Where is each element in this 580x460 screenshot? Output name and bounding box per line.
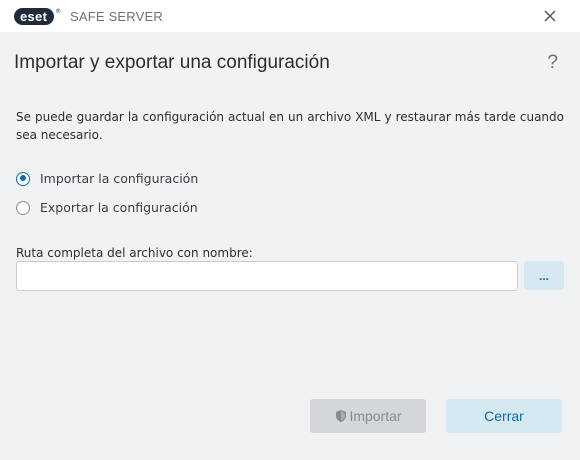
close-window-icon[interactable] <box>542 8 558 24</box>
shield-icon <box>336 410 347 422</box>
registered-mark: ® <box>55 7 62 15</box>
help-icon[interactable]: ? <box>547 52 558 74</box>
title-bar: eset ® SAFE SERVER <box>0 0 580 32</box>
eset-logo-text: eset <box>14 7 55 25</box>
export-option[interactable]: Exportar la configuración <box>16 200 198 215</box>
import-button-label: Importar <box>349 408 402 424</box>
dialog-title: Importar y exportar una configuración <box>14 52 330 73</box>
file-path-label: Ruta completa del archivo con nombre: <box>16 246 253 260</box>
dialog-description: Se puede guardar la configuración actual… <box>16 110 564 142</box>
file-path-input[interactable] <box>16 261 518 291</box>
import-option-label: Importar la configuración <box>40 171 199 186</box>
import-radio[interactable] <box>16 171 30 186</box>
browse-button[interactable]: ... <box>524 261 564 290</box>
export-radio[interactable] <box>16 200 30 215</box>
export-option-label: Exportar la configuración <box>40 200 198 215</box>
close-button[interactable]: Cerrar <box>446 399 562 433</box>
eset-logo: eset ® <box>14 7 61 25</box>
product-name: SAFE SERVER <box>70 9 163 24</box>
import-option[interactable]: Importar la configuración <box>16 171 198 186</box>
import-button[interactable]: Importar <box>310 399 426 433</box>
